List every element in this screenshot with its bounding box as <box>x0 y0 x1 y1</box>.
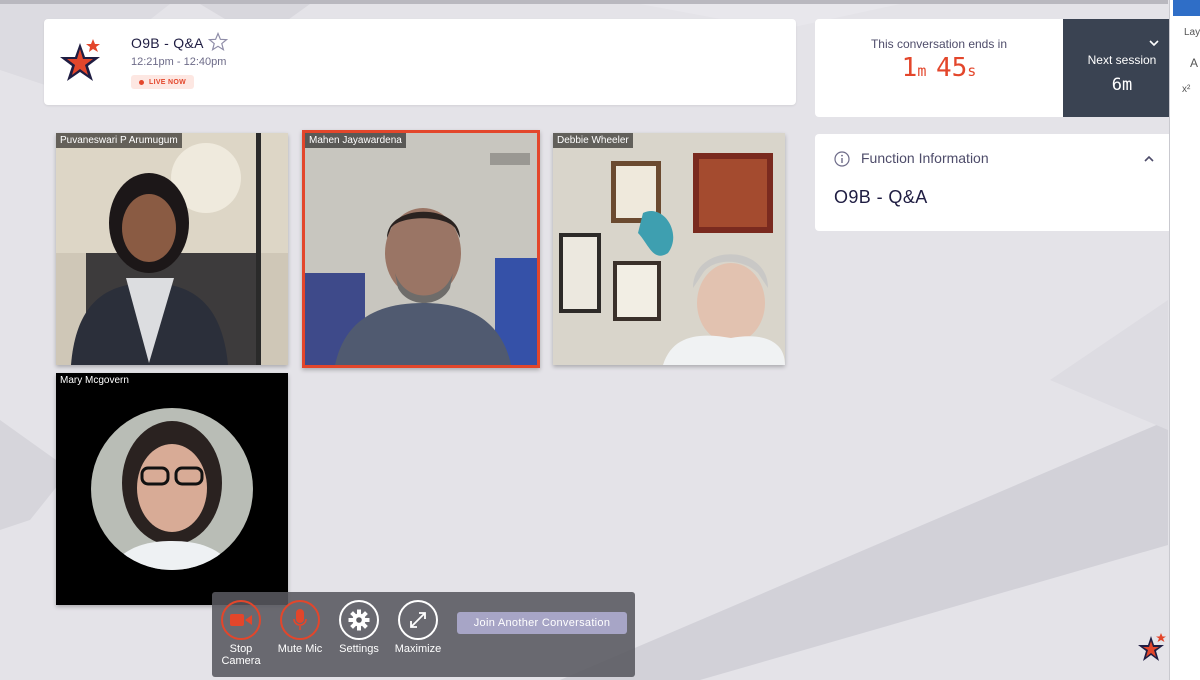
call-controls: Stop Camera Mute Mic Settings Maximize J… <box>212 592 635 677</box>
camera-icon <box>230 614 252 626</box>
superscript-icon[interactable]: x² <box>1182 84 1190 95</box>
join-another-conversation-button[interactable]: Join Another Conversation <box>457 612 627 634</box>
live-dot-icon <box>139 79 144 85</box>
video-tile-participant-4[interactable]: Mary Mcgovern <box>56 373 288 605</box>
mic-button-ring <box>280 600 320 640</box>
favorite-star-icon[interactable] <box>208 32 228 52</box>
settings-label: Settings <box>339 643 379 655</box>
side-panel-font-icon[interactable]: A <box>1190 56 1198 70</box>
session-title: O9B - Q&A <box>131 35 204 51</box>
side-panel: Lay A x² <box>1169 0 1200 680</box>
session-time: 12:21pm - 12:40pm <box>131 56 227 68</box>
participant-1-video <box>56 133 288 365</box>
next-session-label: Next session <box>1087 53 1157 67</box>
timer-seconds-unit: s <box>967 62 977 80</box>
participant-3-video <box>553 133 785 365</box>
top-strip <box>0 0 1168 4</box>
next-session-button[interactable]: Next session 6m <box>1063 19 1169 117</box>
maximize-label: Maximize <box>394 643 442 655</box>
microphone-icon <box>293 609 307 630</box>
function-information-body: O9B - Q&A <box>834 187 928 207</box>
session-header: O9B - Q&A 12:21pm - 12:40pm LIVE NOW <box>44 19 796 105</box>
video-tile-participant-1[interactable]: Puvaneswari P Arumugum <box>56 133 288 365</box>
video-tile-participant-3[interactable]: Debbie Wheeler <box>553 133 785 365</box>
live-badge: LIVE NOW <box>131 75 195 89</box>
mute-mic-button[interactable]: Mute Mic <box>272 600 328 655</box>
video-tile-participant-2[interactable]: Mahen Jayawardena <box>302 130 540 368</box>
next-session-value: 6m <box>1111 75 1133 95</box>
function-information-panel: Function Information O9B - Q&A <box>815 134 1169 231</box>
chevron-up-icon[interactable] <box>1143 154 1155 164</box>
camera-button-ring <box>221 600 261 640</box>
timer-minutes-unit: m <box>917 62 927 80</box>
settings-button-ring <box>339 600 379 640</box>
timer-minutes: 1 <box>901 53 918 83</box>
participant-name: Debbie Wheeler <box>553 133 633 148</box>
corner-logo-icon <box>1138 633 1166 661</box>
stop-camera-label: Stop Camera <box>221 643 261 667</box>
participant-4-video <box>56 373 288 605</box>
timer-seconds: 45 <box>935 53 968 83</box>
participant-name: Puvaneswari P Arumugum <box>56 133 182 148</box>
maximize-button-ring <box>398 600 438 640</box>
chevron-down-icon <box>1149 40 1159 47</box>
side-panel-layout-text: Lay <box>1184 27 1200 38</box>
info-icon <box>834 151 850 167</box>
gear-icon <box>348 609 370 631</box>
timer-value: 1m 45s <box>815 53 1063 83</box>
event-logo-icon <box>60 39 100 81</box>
participant-name: Mary Mcgovern <box>56 373 133 388</box>
settings-button[interactable]: Settings <box>331 600 387 655</box>
timer-label: This conversation ends in <box>870 37 1008 51</box>
stop-camera-button[interactable]: Stop Camera <box>213 600 269 667</box>
conversation-timer: This conversation ends in 1m 45s <box>815 19 1063 117</box>
live-label: LIVE NOW <box>149 78 187 86</box>
maximize-button[interactable]: Maximize <box>390 600 446 655</box>
function-information-title: Function Information <box>861 150 989 166</box>
mute-mic-label: Mute Mic <box>277 643 323 655</box>
participant-name: Mahen Jayawardena <box>305 133 406 148</box>
participant-2-video <box>305 133 537 365</box>
expand-icon <box>410 612 426 628</box>
undo-icon[interactable] <box>1173 0 1200 16</box>
